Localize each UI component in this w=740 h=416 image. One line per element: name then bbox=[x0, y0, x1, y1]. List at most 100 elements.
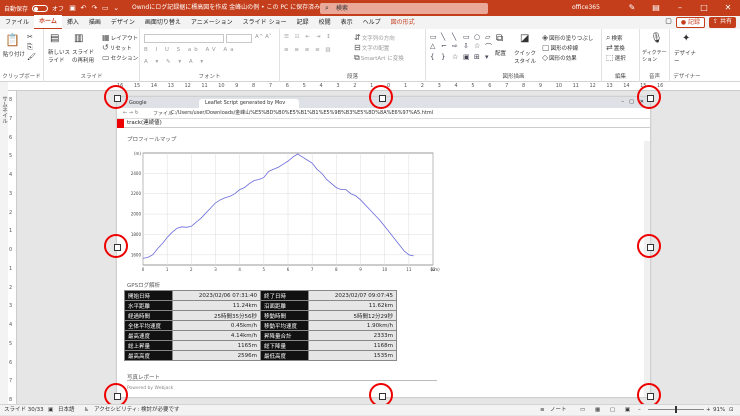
screenshot-picture[interactable]: Google Leaflet Script generated by Mov –… bbox=[117, 97, 650, 397]
accessibility-icon[interactable]: ♿ bbox=[84, 405, 89, 416]
arrange-button[interactable]: 配置 bbox=[495, 49, 506, 57]
text-direction-button[interactable]: ⇵文字列の方向 bbox=[354, 33, 395, 42]
reset-button[interactable]: ↺リセット bbox=[102, 43, 132, 52]
tab-design[interactable]: デザイン bbox=[106, 16, 140, 29]
smartart-button[interactable]: ⧉SmartArt に変換 bbox=[354, 53, 404, 63]
tab-file[interactable]: ファイル bbox=[0, 16, 34, 29]
font-style-icons[interactable]: B I U S ab AV Aa bbox=[144, 47, 237, 53]
stat-key: 沿面距離 bbox=[260, 300, 309, 311]
ruler-tick: 13 bbox=[167, 83, 174, 89]
notes-button[interactable]: ノート bbox=[550, 405, 567, 416]
tab-record[interactable]: 記録 bbox=[292, 16, 314, 29]
resize-handle-right[interactable] bbox=[637, 234, 661, 258]
tab-transitions[interactable]: 画面切り替え bbox=[140, 16, 186, 29]
tab-view[interactable]: 表示 bbox=[336, 16, 358, 29]
language-icon[interactable]: ▣ bbox=[48, 405, 53, 416]
save-icon[interactable]: ▣ bbox=[68, 4, 77, 12]
x-tick-label: 6 bbox=[287, 267, 290, 272]
search-box[interactable]: ⌕ 検索 bbox=[320, 3, 488, 14]
align-text-button[interactable]: ⊟文字の配置 bbox=[354, 43, 389, 52]
y-tick-label: 1800 bbox=[131, 232, 142, 237]
select-button[interactable]: ⬚選択 bbox=[606, 53, 626, 62]
minimize-icon[interactable]: – bbox=[668, 0, 692, 16]
share-button[interactable]: ⇪ 共有 bbox=[709, 17, 736, 28]
font-group-label: フォント bbox=[198, 74, 221, 80]
section-button[interactable]: ▭セクション bbox=[102, 53, 138, 62]
replace-button[interactable]: ⇄置換 bbox=[606, 43, 625, 52]
tab-home[interactable]: ホーム bbox=[34, 15, 62, 30]
list-icons[interactable]: ☰ ☷ ⇤ ⇥ ↕ bbox=[284, 34, 333, 40]
notes-icon[interactable]: ≡ bbox=[540, 405, 545, 416]
customize-qat-icon[interactable]: ⌄ bbox=[112, 4, 121, 12]
stat-key: 開始日時 bbox=[124, 290, 173, 301]
track-title: track(連続値) bbox=[127, 120, 162, 126]
slide[interactable]: Google Leaflet Script generated by Mov –… bbox=[117, 97, 650, 397]
ribbon-display-icon[interactable]: ▤ bbox=[644, 0, 668, 16]
find-button[interactable]: ⌕検索 bbox=[606, 33, 623, 43]
maximize-icon[interactable]: □ bbox=[692, 0, 716, 16]
zoom-out-icon[interactable]: – bbox=[638, 405, 641, 416]
text-direction-label: 文字列の方向 bbox=[361, 36, 395, 42]
tab-animations[interactable]: アニメーション bbox=[186, 16, 238, 29]
view-buttons-icon[interactable]: ▭ ▦ ▢ ▣ bbox=[580, 405, 634, 416]
font-name-box[interactable] bbox=[144, 34, 224, 43]
layout-button[interactable]: ▦レイアウト bbox=[102, 33, 138, 42]
font-grow-icon[interactable]: A^ A˅ bbox=[255, 34, 272, 40]
close-icon[interactable]: ✕ bbox=[716, 0, 740, 16]
vertical-ruler[interactable]: 8 7 6 5 4 3 2 1 0 1 2 3 4 5 6 7 8 bbox=[8, 91, 17, 404]
tab-draw[interactable]: 描画 bbox=[84, 16, 106, 29]
paste-button[interactable]: 貼り付け bbox=[3, 50, 25, 58]
align-icons[interactable]: ≡ ≡ ≡ ≡ ▥ bbox=[284, 47, 333, 53]
tab-review[interactable]: 校閲 bbox=[314, 16, 336, 29]
ruler-tick: 8 bbox=[522, 83, 526, 89]
quick-style-button[interactable]: クイック スタイル bbox=[514, 49, 540, 65]
cut-icon[interactable]: ✂ bbox=[27, 33, 33, 41]
resize-handle-top-left[interactable] bbox=[104, 85, 128, 109]
tab-help[interactable]: ヘルプ bbox=[358, 16, 386, 29]
stat-value: 1168m bbox=[308, 340, 397, 351]
undo-icon[interactable]: ↶ bbox=[79, 4, 88, 12]
language-status[interactable]: 日本語 bbox=[58, 405, 75, 416]
designer-button[interactable]: デザイナー bbox=[674, 49, 700, 65]
shape-fill-button[interactable]: ◈図形の塗りつぶし bbox=[542, 33, 593, 42]
x-tick-label: 5 bbox=[263, 267, 266, 272]
shape-outline-button[interactable]: ▢図形の枠線 bbox=[542, 43, 578, 52]
nav-buttons-icon: ← → ↻ bbox=[123, 110, 139, 116]
comments-icon[interactable]: ▢ bbox=[665, 17, 672, 28]
tab-slideshow[interactable]: スライド ショー bbox=[238, 16, 292, 29]
fit-slide-icon[interactable]: ⊡ bbox=[729, 405, 734, 416]
zoom-level[interactable]: 91% bbox=[713, 405, 725, 416]
shape-outline-label: 図形の枠線 bbox=[550, 46, 579, 52]
resize-handle-top[interactable] bbox=[369, 85, 393, 109]
account-name[interactable]: office365 bbox=[572, 0, 600, 16]
dictate-button[interactable]: ディクテーション bbox=[642, 49, 670, 63]
tab-picture-format[interactable]: 図の形式 bbox=[386, 16, 420, 29]
zoom-slider[interactable] bbox=[648, 406, 704, 413]
format-painter-icon[interactable]: 🖌 bbox=[27, 53, 36, 61]
thumbnail-pane[interactable]: サムネイル bbox=[0, 82, 8, 404]
font-size-box[interactable] bbox=[226, 34, 252, 43]
tab-insert[interactable]: 挿入 bbox=[62, 16, 84, 29]
zoom-slider-thumb[interactable] bbox=[675, 406, 677, 413]
new-slide-button[interactable]: 新しいスライド bbox=[48, 48, 70, 64]
paste-icon[interactable]: 📋 bbox=[5, 33, 20, 47]
redo-icon[interactable]: ↷ bbox=[90, 4, 99, 12]
pen-icon[interactable]: ✎ bbox=[620, 0, 644, 16]
x-tick-label: 9 bbox=[359, 267, 362, 272]
accessibility-status[interactable]: アクセシビリティ: 検討が必要です bbox=[94, 405, 180, 416]
shapes-gallery[interactable]: ▭ ╲ ╲ ▭ ○ ▱ △ ⌐ ⇨ ⇩ ☆ ⌒ {} ☆ ▣ ⊞ ▾ bbox=[430, 33, 492, 61]
copy-icon[interactable]: ⎘ bbox=[27, 43, 33, 52]
zoom-in-icon[interactable]: + bbox=[706, 405, 711, 416]
font-color-icons[interactable]: A ▾ ✎ ▾ A ▾ bbox=[144, 59, 206, 65]
reuse-slides-button[interactable]: スライドの再利用 bbox=[72, 48, 98, 64]
resize-handle-top-right[interactable] bbox=[637, 85, 661, 109]
record-button[interactable]: ● 記録 bbox=[675, 17, 706, 28]
x-tick-label: 1 bbox=[166, 267, 169, 272]
shape-effect-button[interactable]: ◇図形の効果 bbox=[542, 53, 577, 62]
slideshow-icon[interactable]: ▭ bbox=[101, 4, 110, 12]
ruler-tick: 6 bbox=[285, 83, 289, 89]
resize-handle-left[interactable] bbox=[104, 234, 128, 258]
autosave-toggle[interactable] bbox=[32, 4, 49, 12]
x-unit-label: (km) bbox=[430, 267, 440, 272]
stat-value: 1165m bbox=[172, 340, 261, 351]
